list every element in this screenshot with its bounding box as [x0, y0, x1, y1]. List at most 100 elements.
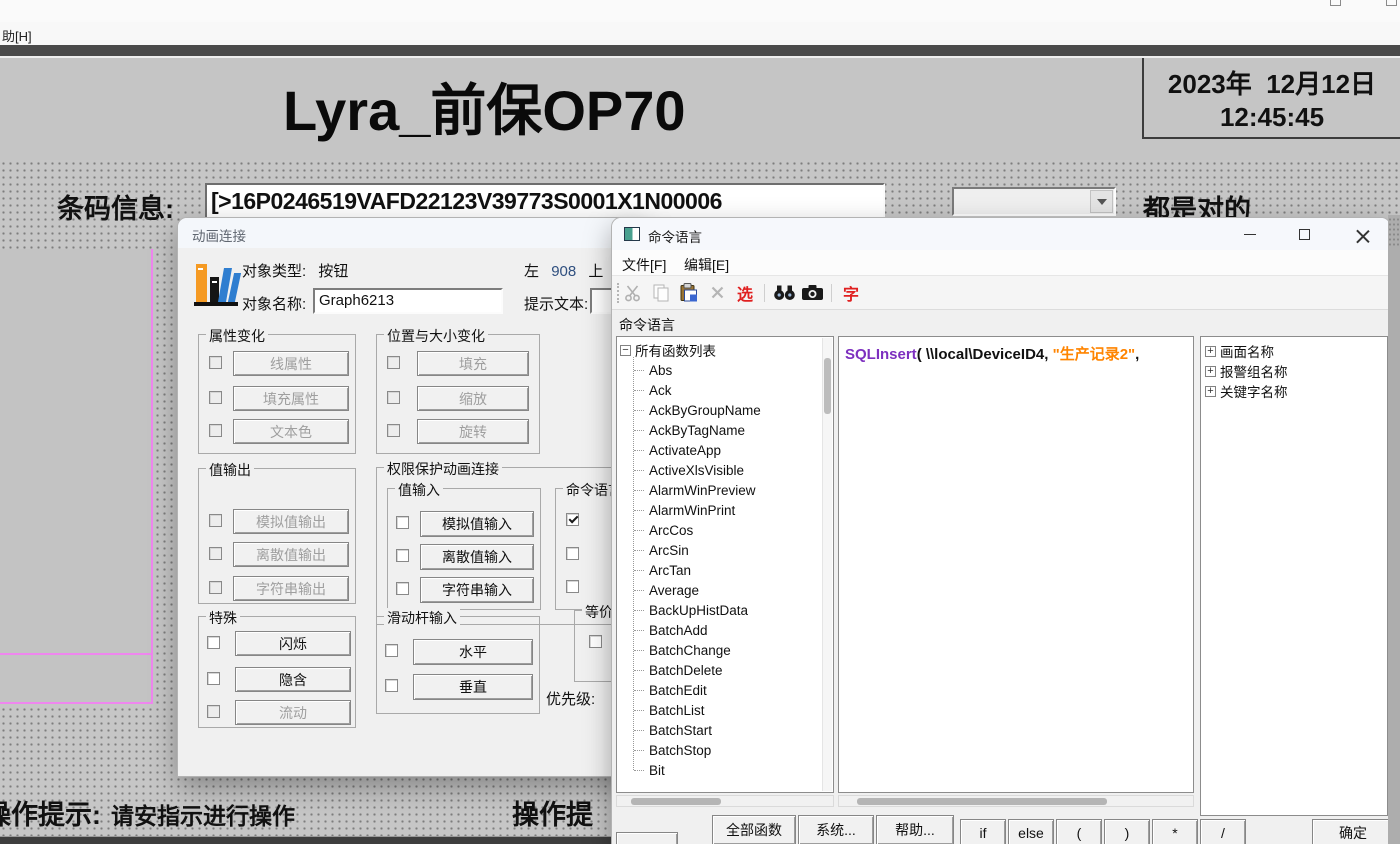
all-functions-button[interactable]: 全部函数 — [712, 815, 796, 844]
button-blink[interactable]: 闪烁 — [235, 631, 351, 656]
script-editor[interactable]: SQLInsert( \\local\DeviceID4, "生产记录2", — [838, 336, 1194, 793]
delete-icon[interactable] — [703, 280, 731, 306]
expand-icon[interactable] — [1205, 366, 1216, 377]
button-analog-input[interactable]: 模拟值输入 — [420, 511, 534, 537]
names-tree-item[interactable]: 报警组名称 — [1201, 361, 1387, 381]
function-item[interactable]: BatchChange — [628, 640, 833, 660]
chevron-down-icon[interactable] — [1090, 190, 1113, 213]
function-item[interactable]: BatchEdit — [628, 680, 833, 700]
button-hide[interactable]: 隐含 — [235, 667, 351, 692]
find-icon[interactable] — [770, 280, 798, 306]
menu-item-file[interactable]: 文件[F] — [622, 255, 666, 275]
function-item[interactable]: ArcCos — [628, 520, 833, 540]
function-item[interactable]: ArcTan — [628, 560, 833, 580]
expand-icon[interactable] — [1205, 346, 1216, 357]
menu-item-edit[interactable]: 编辑[E] — [684, 255, 729, 275]
function-item[interactable]: Abs — [628, 360, 833, 380]
expand-icon[interactable] — [1205, 386, 1216, 397]
operator-button[interactable]: / — [1200, 819, 1246, 844]
checkbox-string-input[interactable] — [396, 582, 409, 595]
button-rotate[interactable]: 旋转 — [417, 419, 529, 444]
button-fill[interactable]: 填充 — [417, 351, 529, 376]
function-item[interactable]: AckByTagName — [628, 420, 833, 440]
checkbox-discrete-input[interactable] — [396, 549, 409, 562]
names-tree-item[interactable]: 关键字名称 — [1201, 381, 1387, 401]
checkbox-cmd-2[interactable] — [566, 547, 579, 560]
barcode-input[interactable]: [>16P0246519VAFD22123V39773S0001X1N00006 — [205, 183, 885, 220]
function-item[interactable]: BatchDelete — [628, 660, 833, 680]
button-vertical[interactable]: 垂直 — [413, 674, 533, 700]
font-tool-icon[interactable]: 字 — [837, 280, 865, 306]
checkbox-text-color[interactable] — [209, 424, 222, 437]
button-text-color[interactable]: 文本色 — [233, 419, 349, 444]
minimize-icon[interactable] — [1330, 0, 1341, 6]
function-item[interactable]: BatchStop — [628, 740, 833, 760]
checkbox-fill-attr[interactable] — [209, 391, 222, 404]
paste-icon[interactable] — [675, 280, 703, 306]
scrollbar-thumb[interactable] — [824, 358, 831, 414]
button-flow[interactable]: 流动 — [235, 700, 351, 725]
checkbox-flow[interactable] — [207, 705, 220, 718]
checkbox-discrete-output[interactable] — [209, 547, 222, 560]
maximize-button[interactable] — [1288, 222, 1320, 247]
dialog-titlebar[interactable]: 动画连接 — [178, 218, 648, 248]
button-fill-attr[interactable]: 填充属性 — [233, 386, 349, 411]
function-item[interactable]: BatchStart — [628, 720, 833, 740]
checkbox-string-output[interactable] — [209, 581, 222, 594]
cut-icon[interactable] — [619, 280, 647, 306]
main-vertical-scrollbar[interactable] — [1388, 215, 1400, 844]
help-button[interactable]: 帮助... — [876, 815, 954, 844]
tree-root-item[interactable]: 所有函数列表 — [617, 340, 833, 360]
names-tree-item[interactable]: 画面名称 — [1201, 341, 1387, 361]
checkbox-line-attr[interactable] — [209, 356, 222, 369]
tree-vertical-scrollbar[interactable] — [822, 338, 832, 791]
function-item[interactable]: Bit — [628, 760, 833, 780]
function-item[interactable]: AlarmWinPrint — [628, 500, 833, 520]
checkbox-horizontal[interactable] — [385, 644, 398, 657]
checkbox-cmd-1[interactable] — [566, 513, 579, 526]
system-button[interactable]: 系统... — [798, 815, 874, 844]
checkbox-rotate[interactable] — [387, 424, 400, 437]
close-button[interactable] — [1346, 222, 1378, 247]
button-scale[interactable]: 缩放 — [417, 386, 529, 411]
checkbox-analog-input[interactable] — [396, 516, 409, 529]
maximize-icon[interactable] — [1386, 0, 1397, 6]
checkbox-fill[interactable] — [387, 356, 400, 369]
function-item[interactable]: ActivateApp — [628, 440, 833, 460]
checkbox-vertical[interactable] — [385, 679, 398, 692]
editor-horizontal-scrollbar[interactable] — [838, 795, 1194, 807]
function-item[interactable]: Ack — [628, 380, 833, 400]
function-item[interactable]: BatchList — [628, 700, 833, 720]
menu-item-help[interactable]: 助[H] — [2, 26, 32, 45]
button-horizontal[interactable]: 水平 — [413, 639, 533, 665]
status-combobox[interactable] — [952, 187, 1116, 216]
object-name-input[interactable]: Graph6213 — [313, 288, 503, 314]
function-item[interactable]: BackUpHistData — [628, 600, 833, 620]
button-string-output[interactable]: 字符串输出 — [233, 576, 349, 601]
checkbox-equiv-key[interactable] — [589, 635, 602, 648]
partial-button[interactable] — [616, 832, 678, 844]
checkbox-scale[interactable] — [387, 391, 400, 404]
collapse-icon[interactable] — [620, 345, 631, 356]
checkbox-hide[interactable] — [207, 672, 220, 685]
checkbox-blink[interactable] — [207, 636, 220, 649]
dialog-titlebar[interactable]: 命令语言 — [612, 218, 1390, 250]
scrollbar-thumb[interactable] — [631, 798, 721, 805]
checkbox-analog-output[interactable] — [209, 514, 222, 527]
operator-button[interactable]: else — [1008, 819, 1054, 844]
function-item[interactable]: Average — [628, 580, 833, 600]
button-string-input[interactable]: 字符串输入 — [420, 577, 534, 603]
select-tool-icon[interactable]: 选 — [731, 280, 759, 306]
camera-icon[interactable] — [798, 280, 826, 306]
operator-button[interactable]: if — [960, 819, 1006, 844]
function-item[interactable]: BatchAdd — [628, 620, 833, 640]
function-item[interactable]: ActiveXlsVisible — [628, 460, 833, 480]
scrollbar-thumb[interactable] — [857, 798, 1107, 805]
minimize-button[interactable] — [1234, 222, 1266, 247]
tree-horizontal-scrollbar[interactable] — [616, 795, 834, 807]
function-item[interactable]: AckByGroupName — [628, 400, 833, 420]
operator-button[interactable]: ) — [1104, 819, 1150, 844]
checkbox-cmd-3[interactable] — [566, 580, 579, 593]
button-discrete-output[interactable]: 离散值输出 — [233, 542, 349, 567]
ok-button[interactable]: 确定 — [1312, 819, 1390, 844]
